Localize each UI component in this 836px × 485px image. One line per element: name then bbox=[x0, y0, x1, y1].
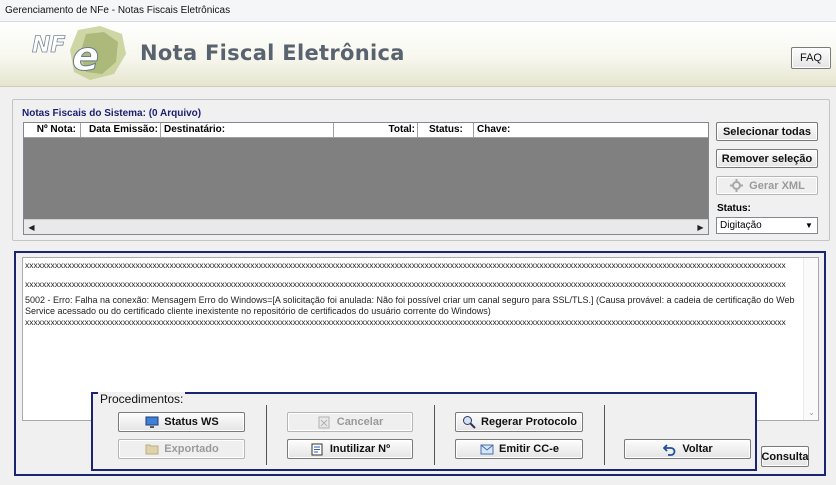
regerar-protocolo-button[interactable]: Regerar Protocolo bbox=[455, 412, 583, 432]
faq-button[interactable]: FAQ bbox=[791, 47, 831, 69]
folder-export-icon bbox=[144, 442, 159, 457]
generate-xml-button[interactable]: Gerar XML bbox=[716, 176, 818, 195]
regerar-protocolo-label: Regerar Protocolo bbox=[481, 416, 577, 428]
xml-gear-icon bbox=[729, 178, 744, 193]
scroll-down-icon[interactable]: ⌄ bbox=[804, 408, 818, 419]
column-header-destinatario[interactable]: Destinatário: bbox=[161, 123, 334, 138]
column-header-status[interactable]: Status: bbox=[418, 123, 474, 138]
scroll-right-icon[interactable]: ▶ bbox=[693, 220, 708, 235]
column-header-data-emissao[interactable]: Data Emissão: bbox=[81, 123, 161, 138]
nfe-logo: NF e bbox=[32, 26, 126, 81]
column-header-chave[interactable]: Chave: bbox=[474, 123, 708, 138]
log-line: xxxxxxxxxxxxxxxxxxxxxxxxxxxxxxxxxxxxxxxx… bbox=[25, 260, 786, 270]
log-line: 5002 - Erro: Falha na conexão: Mensagem … bbox=[25, 295, 798, 316]
log-line: xxxxxxxxxxxxxxxxxxxxxxxxxxxxxxxxxxxxxxxx… bbox=[25, 278, 786, 289]
svg-text:NF: NF bbox=[32, 33, 65, 58]
cancelar-button[interactable]: Cancelar bbox=[287, 412, 413, 432]
status-select-value: Digitação bbox=[720, 220, 762, 231]
status-select[interactable]: Digitação ▼ bbox=[716, 217, 818, 234]
select-all-button[interactable]: Selecionar todas bbox=[716, 122, 818, 141]
separator bbox=[434, 405, 435, 465]
document-number-icon bbox=[310, 442, 325, 457]
monitor-icon bbox=[144, 415, 159, 430]
status-ws-label: Status WS bbox=[164, 416, 219, 428]
app-title: Nota Fiscal Eletrônica bbox=[140, 41, 405, 65]
scroll-left-icon[interactable]: ◀ bbox=[24, 220, 39, 235]
separator bbox=[604, 405, 605, 465]
cancel-document-icon bbox=[317, 415, 332, 430]
separator bbox=[266, 405, 267, 465]
exportado-button[interactable]: Exportado bbox=[118, 439, 245, 459]
procedimentos-title: Procedimentos: bbox=[98, 392, 186, 406]
status-label: Status: bbox=[717, 203, 751, 214]
svg-text:e: e bbox=[72, 34, 99, 80]
column-header-total[interactable]: Total: bbox=[334, 123, 418, 138]
horizontal-scrollbar[interactable]: ◀ ▶ bbox=[24, 219, 708, 234]
magnifier-icon bbox=[461, 415, 476, 430]
header-banner: NF e Nota Fiscal Eletrônica bbox=[0, 22, 836, 87]
remove-selection-button[interactable]: Remover seleção bbox=[716, 149, 818, 168]
notas-grid[interactable]: Nº Nota: Data Emissão: Destinatário: Tot… bbox=[23, 122, 709, 235]
undo-arrow-icon bbox=[662, 442, 677, 457]
status-ws-button[interactable]: Status WS bbox=[118, 412, 245, 432]
column-header-numero[interactable]: Nº Nota: bbox=[24, 123, 81, 138]
chevron-down-icon[interactable]: ▼ bbox=[801, 218, 817, 233]
inutilizar-button[interactable]: Inutilizar Nº bbox=[287, 439, 413, 459]
log-line: xxxxxxxxxxxxxxxxxxxxxxxxxxxxxxxxxxxxxxxx… bbox=[25, 317, 786, 327]
emitir-cce-button[interactable]: Emitir CC-e bbox=[455, 439, 583, 459]
vertical-scrollbar[interactable]: ⌄ bbox=[803, 258, 818, 420]
generate-xml-label: Gerar XML bbox=[749, 179, 805, 192]
grid-header: Nº Nota: Data Emissão: Destinatário: Tot… bbox=[24, 123, 708, 138]
voltar-button[interactable]: Voltar bbox=[624, 439, 751, 459]
notas-group-title: Notas Fiscais do Sistema: (0 Arquivo) bbox=[22, 108, 202, 119]
voltar-label: Voltar bbox=[682, 443, 713, 455]
inutilizar-label: Inutilizar Nº bbox=[329, 443, 391, 455]
cancelar-label: Cancelar bbox=[336, 416, 384, 428]
consulta-button[interactable]: Consulta bbox=[761, 446, 809, 467]
window-title: Gerenciamento de NFe - Notas Fiscais Ele… bbox=[0, 0, 836, 22]
envelope-icon bbox=[479, 442, 494, 457]
emitir-cce-label: Emitir CC-e bbox=[499, 443, 559, 455]
exportado-label: Exportado bbox=[164, 443, 219, 455]
